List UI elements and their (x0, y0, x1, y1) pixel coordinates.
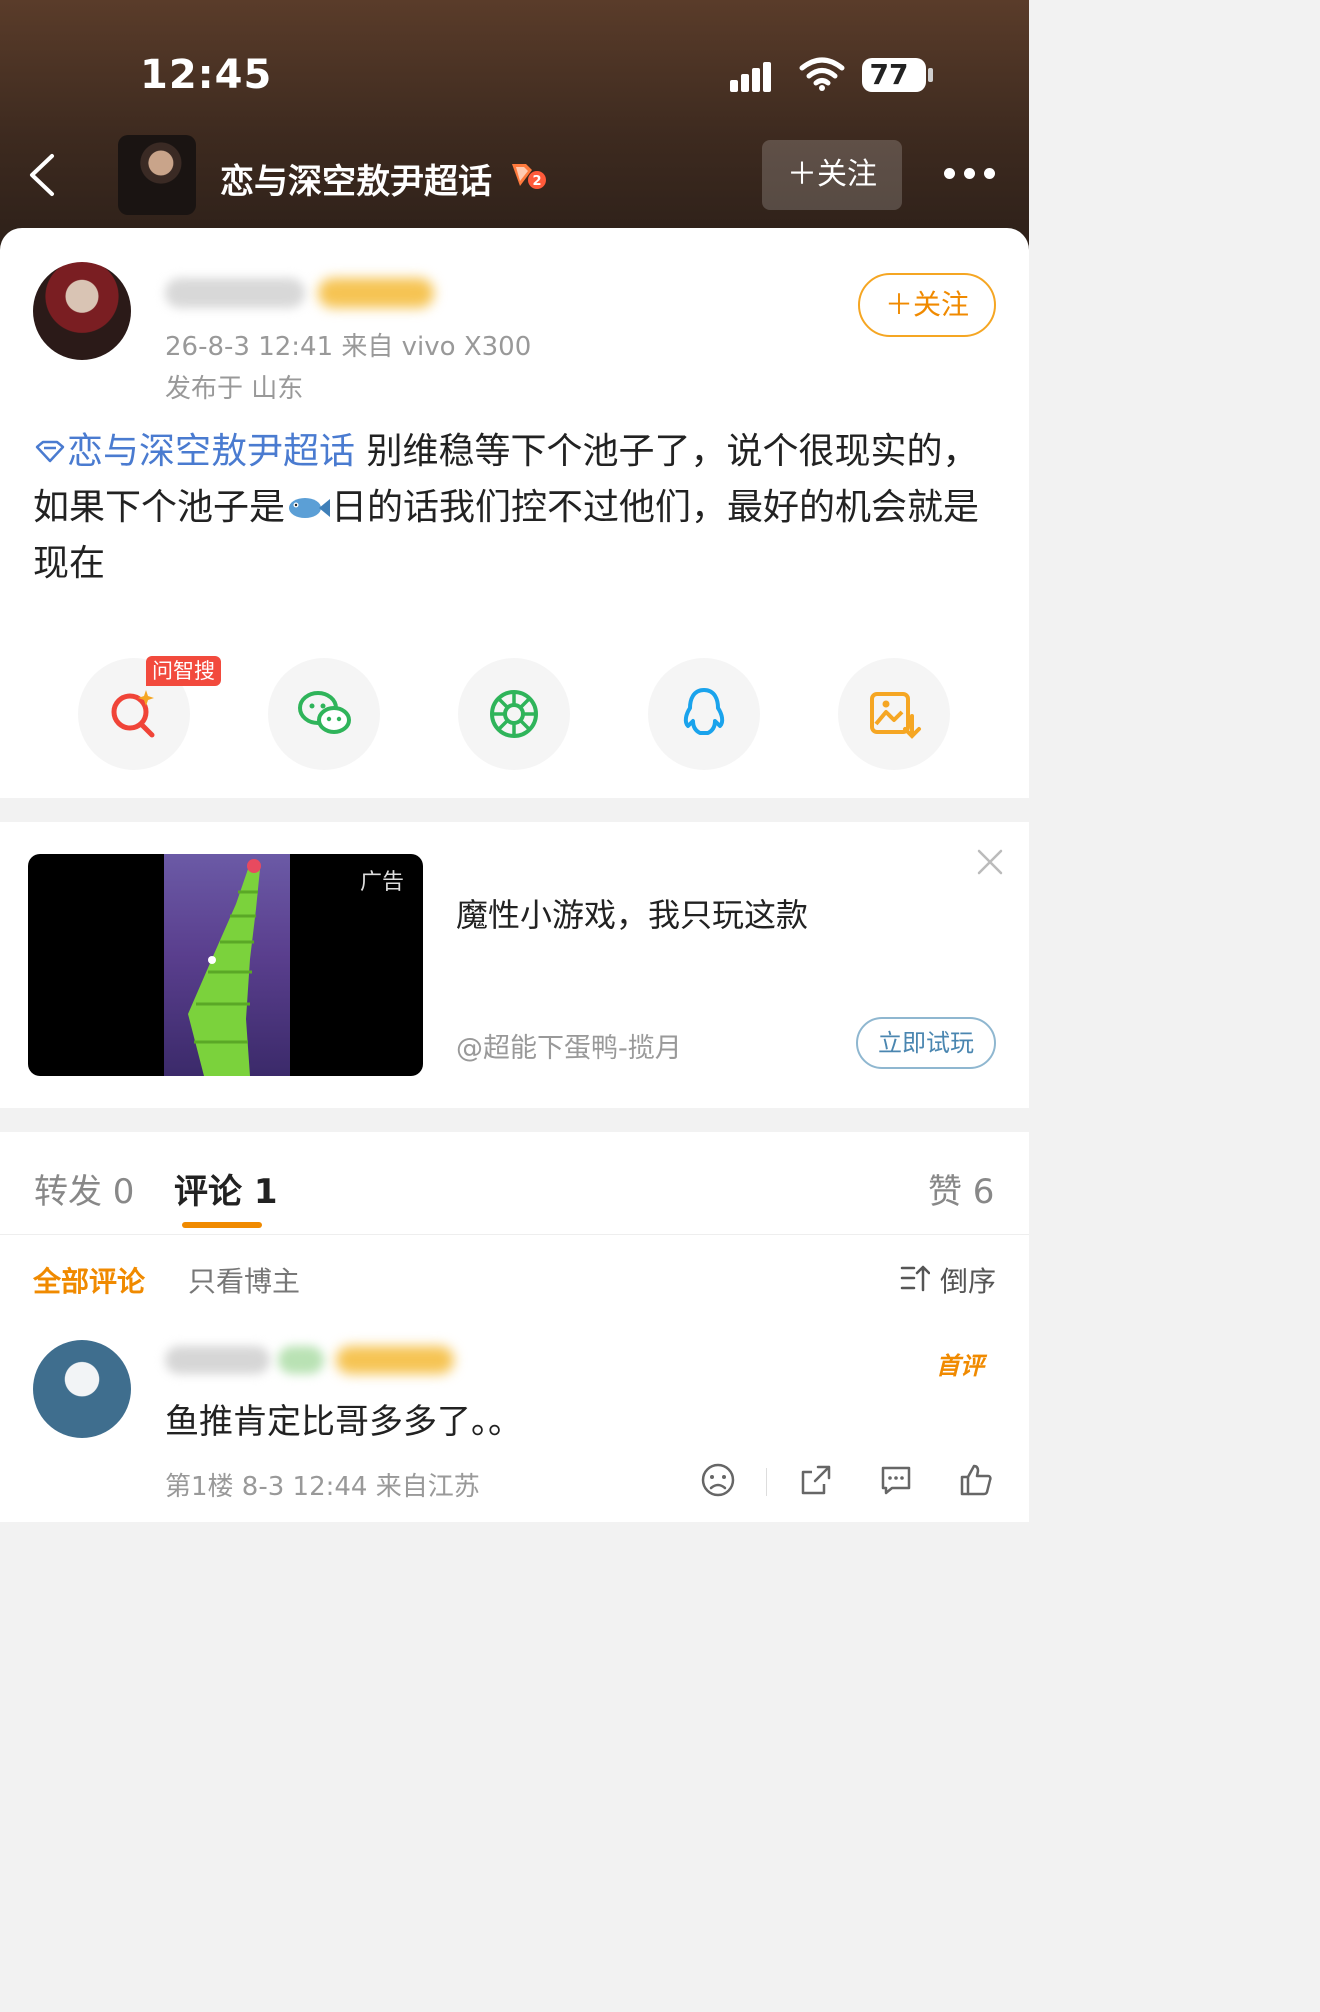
ad-try-now-button[interactable]: 立即试玩 (856, 1017, 996, 1069)
filter-all-comments[interactable]: 全部评论 (33, 1260, 145, 1300)
ad-title[interactable]: 魔性小游戏，我只玩这款 (456, 890, 808, 936)
topic-link-label[interactable]: 恋与深空敖尹超话 (67, 431, 355, 472)
tab-reposts[interactable]: 转发 0 (34, 1164, 134, 1213)
topic-avatar[interactable] (118, 135, 196, 215)
qq-icon (683, 688, 725, 735)
battery-cap (928, 68, 933, 82)
author-name-blurred[interactable] (165, 278, 305, 308)
fish-emoji-icon (289, 498, 331, 518)
author-badge-blurred (318, 278, 434, 308)
commenter-name-blurred[interactable] (165, 1346, 270, 1374)
share-wechat-button[interactable] (268, 658, 380, 770)
battery-level: 77 (869, 58, 909, 91)
comments-section (0, 1132, 1029, 1522)
battery-icon: 77 (862, 58, 926, 92)
action-divider (766, 1468, 767, 1496)
wifi-icon (799, 57, 845, 91)
tab-likes[interactable]: 赞 6 (928, 1164, 994, 1213)
svg-text:2: 2 (532, 174, 541, 189)
divider (0, 1234, 1029, 1235)
post-meta: 26-8-3 12:41 来自 vivo X300 (165, 332, 532, 362)
like-icon[interactable] (958, 1462, 994, 1498)
author-avatar[interactable] (33, 262, 131, 360)
topic-follow-button[interactable]: ＋关注 (762, 140, 902, 210)
ad-source[interactable]: @超能下蛋鸭-揽月 (456, 1026, 682, 1065)
reply-icon[interactable] (878, 1462, 914, 1498)
status-time: 12:45 (140, 52, 273, 98)
wechat-icon (298, 691, 351, 734)
filter-author-only[interactable]: 只看博主 (188, 1260, 300, 1300)
share-moments-button[interactable] (458, 658, 570, 770)
share-icon[interactable] (798, 1462, 834, 1498)
ai-search-icon (111, 690, 155, 738)
share-qq-button[interactable] (648, 658, 760, 770)
tab-comments[interactable]: 评论 1 (174, 1164, 278, 1213)
close-icon[interactable] (976, 848, 1004, 876)
commenter-avatar[interactable] (33, 1340, 131, 1438)
ad-label: 广告 (360, 870, 405, 895)
save-image-button[interactable] (838, 658, 950, 770)
supertopic-icon (35, 440, 65, 463)
cellular-signal-icon (730, 58, 782, 92)
comment-text[interactable]: 鱼推肯定比哥多多了。。 (165, 1394, 522, 1443)
commenter-badge-blurred (336, 1346, 454, 1374)
save-image-icon (870, 692, 921, 739)
level-badge-icon: 2 (512, 164, 546, 189)
first-comment-badge: 首评 (936, 1352, 984, 1380)
dislike-face-icon[interactable] (700, 1462, 736, 1498)
post-body: 恋与深空敖尹超话 别维稳等下个池子了，说个很现实的，如果下个池子是 日的话我们控不… (33, 424, 998, 592)
ad-game-preview (164, 854, 290, 1076)
commenter-badge-blurred (278, 1346, 324, 1374)
topic-title[interactable]: 恋与深空敖尹超话 (220, 154, 492, 203)
ai-search-badge: 问智搜 (146, 656, 221, 686)
comment-meta: 第1楼 8-3 12:44 来自江苏 (165, 1472, 480, 1502)
sort-icon[interactable] (900, 1264, 930, 1292)
author-follow-button[interactable]: ＋关注 (858, 273, 996, 337)
sort-toggle[interactable]: 倒序 (940, 1260, 996, 1300)
moments-icon (490, 690, 538, 738)
ad-game-graphic (188, 859, 261, 1076)
topic-link[interactable]: 恋与深空敖尹超话 (33, 431, 355, 472)
active-tab-indicator (182, 1222, 262, 1228)
more-icon[interactable] (944, 168, 996, 180)
post-location: 发布于 山东 (165, 374, 304, 404)
back-icon[interactable] (24, 150, 60, 200)
